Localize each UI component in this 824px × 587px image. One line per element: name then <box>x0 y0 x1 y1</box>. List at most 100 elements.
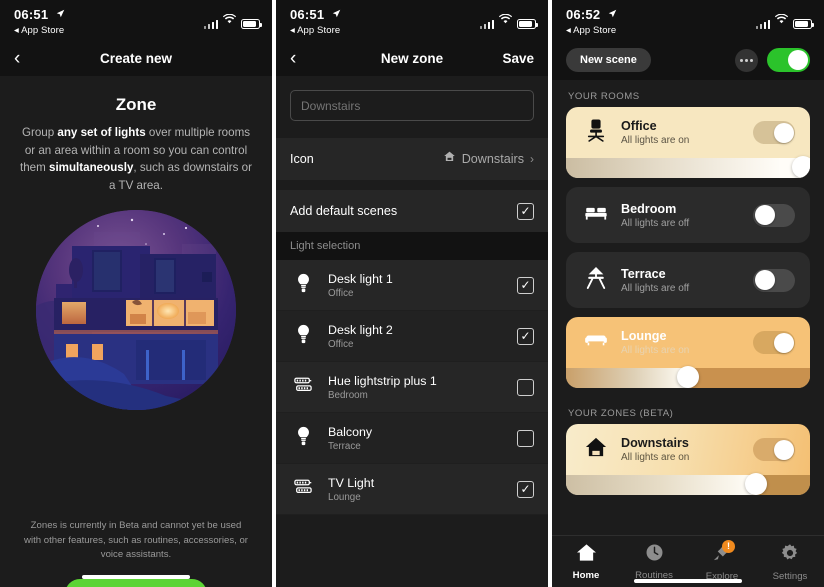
add-default-scenes-row[interactable]: Add default scenes ✓ <box>276 189 548 232</box>
brightness-slider-knob[interactable] <box>677 366 699 388</box>
create-new-zone-button[interactable]: Create new zone <box>65 579 207 587</box>
card-icon-wrapper <box>581 332 611 353</box>
night-house-illustration <box>36 210 236 410</box>
ellipsis-icon[interactable] <box>735 48 758 72</box>
status-indicators <box>479 11 538 29</box>
light-checkbox[interactable]: ✓ <box>517 480 534 498</box>
light-checkbox[interactable] <box>517 429 534 447</box>
new-scene-button[interactable]: New scene <box>566 48 651 72</box>
card-icon-wrapper <box>581 266 611 295</box>
tab-routines[interactable]: Routines <box>620 543 688 581</box>
status-back-label: App Store <box>21 25 65 36</box>
light-row[interactable]: Hue lightstrip plus 1 Bedroom <box>276 362 548 413</box>
save-button[interactable]: Save <box>502 51 534 66</box>
brightness-slider[interactable] <box>566 366 810 388</box>
card-main: Downstairs All lights are on <box>566 424 810 475</box>
lightstrip-icon <box>293 376 313 399</box>
navigation-bar: ‹ Create new <box>0 40 272 76</box>
beta-note: Zones is currently in Beta and cannot ye… <box>24 520 248 560</box>
card-text: Terrace All lights are off <box>621 267 689 294</box>
card-name: Downstairs <box>621 436 689 450</box>
sofa-icon <box>584 332 608 353</box>
room-card[interactable]: Bedroom All lights are off <box>566 187 810 243</box>
room-card[interactable]: Terrace All lights are off <box>566 252 810 308</box>
zone-description: Group any set of lights over multiple ro… <box>0 115 272 194</box>
light-text: Desk light 2 Office <box>328 323 393 350</box>
card-main: Bedroom All lights are off <box>566 187 810 243</box>
card-power-toggle[interactable] <box>753 331 795 354</box>
new-zone-body: Icon Downstairs › Add default scenes ✓ L… <box>276 76 548 587</box>
card-power-toggle[interactable] <box>753 121 795 144</box>
battery-icon <box>793 19 814 29</box>
room-card[interactable]: Lounge All lights are on <box>566 317 810 388</box>
brightness-slider-knob[interactable] <box>745 473 768 495</box>
create-new-body: Zone Group any set of lights over multip… <box>0 76 272 587</box>
card-name: Office <box>621 119 657 133</box>
card-status: All lights are off <box>621 217 690 229</box>
card-power-toggle[interactable] <box>753 268 795 292</box>
tab-settings[interactable]: Settings <box>756 543 824 582</box>
wifi-icon <box>498 11 513 29</box>
room-card[interactable]: Office All lights are on <box>566 107 810 178</box>
back-button[interactable]: ‹ <box>290 49 296 68</box>
clock-icon <box>645 543 664 567</box>
office-chair-icon <box>585 118 607 147</box>
light-room: Office <box>328 338 354 350</box>
card-name: Terrace <box>621 266 666 281</box>
light-checkbox[interactable]: ✓ <box>517 276 534 294</box>
light-checkbox[interactable] <box>517 378 534 396</box>
card-status: All lights are off <box>621 282 690 294</box>
home-indicator <box>634 579 742 583</box>
navigation-bar: ‹ New zone Save <box>276 40 548 76</box>
card-main: Office All lights are on <box>566 107 810 158</box>
icon-row-label: Icon <box>290 152 314 166</box>
light-icon-wrapper <box>290 426 316 451</box>
light-name: TV Light <box>328 475 375 490</box>
icon-row-value-group: Downstairs › <box>443 150 534 168</box>
tab-home[interactable]: Home <box>552 543 620 581</box>
card-icon-wrapper <box>581 205 611 226</box>
light-row[interactable]: Desk light 2 Office ✓ <box>276 311 548 362</box>
status-time: 06:52 <box>566 7 601 22</box>
zones-list: Downstairs All lights are on <box>552 424 824 495</box>
icon-row[interactable]: Icon Downstairs › <box>276 137 548 180</box>
home-indicator <box>82 575 190 579</box>
brightness-slider[interactable] <box>566 473 810 495</box>
light-row[interactable]: TV Light Lounge ✓ <box>276 464 548 515</box>
add-default-scenes-checkbox[interactable]: ✓ <box>517 202 534 220</box>
light-checkbox[interactable]: ✓ <box>517 327 534 345</box>
bed-icon <box>584 205 608 226</box>
brightness-slider-knob[interactable] <box>791 156 810 178</box>
card-text: Office All lights are on <box>621 119 689 146</box>
light-name: Balcony <box>328 424 373 439</box>
light-row[interactable]: Balcony Terrace <box>276 413 548 464</box>
card-text: Downstairs All lights are on <box>621 436 689 463</box>
brightness-slider[interactable] <box>566 156 810 178</box>
cta-row: Create new zone <box>0 579 272 587</box>
tab-explore[interactable]: ! Explore <box>688 540 756 582</box>
card-status: All lights are on <box>621 452 690 463</box>
card-status: All lights are on <box>621 345 690 356</box>
zone-heading: Zone <box>115 95 157 114</box>
status-indicators <box>755 11 814 29</box>
card-status: All lights are on <box>621 135 690 146</box>
zones-section-label: YOUR ZONES (BETA) <box>568 408 674 419</box>
patio-table-icon <box>585 266 607 295</box>
card-power-toggle[interactable] <box>753 203 795 227</box>
phone-screen-create-new: 06:51 ◂ App Store ‹ Create new Zone Grou <box>0 0 272 587</box>
light-row[interactable]: Desk light 1 Office ✓ <box>276 260 548 311</box>
room-card[interactable]: Downstairs All lights are on <box>566 424 810 495</box>
card-name: Lounge <box>621 329 667 343</box>
light-room: Terrace <box>328 440 361 452</box>
rooms-section-label: YOUR ROOMS <box>568 91 640 102</box>
add-default-scenes-control[interactable]: ✓ <box>517 202 534 220</box>
master-power-toggle[interactable] <box>767 48 810 72</box>
card-power-toggle[interactable] <box>753 438 795 461</box>
cellular-signal-icon <box>479 19 494 29</box>
light-list: Desk light 1 Office ✓ Desk light 2 Office ✓ Hu… <box>276 260 548 515</box>
light-room: Lounge <box>328 491 361 503</box>
zone-name-field-wrapper <box>276 76 548 137</box>
status-indicators <box>203 11 262 29</box>
back-button[interactable]: ‹ <box>14 49 20 68</box>
zone-name-input[interactable] <box>290 90 534 121</box>
